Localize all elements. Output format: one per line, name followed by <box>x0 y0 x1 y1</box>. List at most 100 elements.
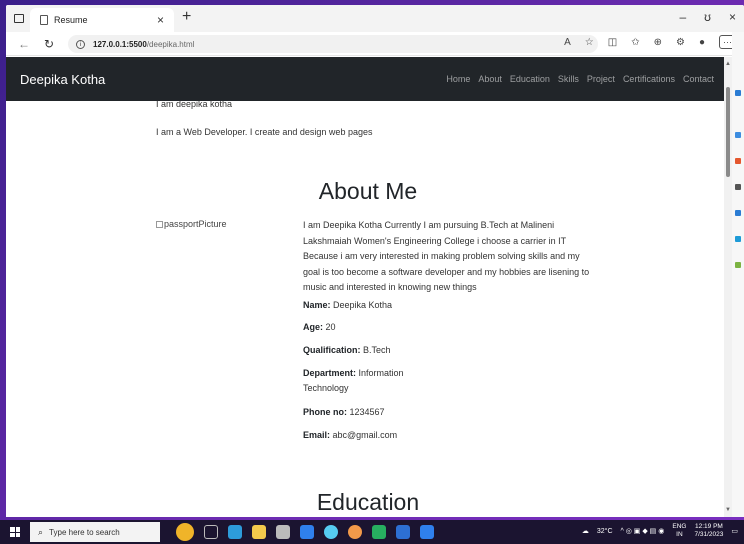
page-icon <box>40 15 48 25</box>
field-label: Email: <box>303 430 331 440</box>
tab-bar: Resume × + – ʊ × <box>6 5 744 32</box>
new-tab-button[interactable]: + <box>182 8 191 26</box>
info-icon[interactable]: i <box>76 39 85 49</box>
nav-skills[interactable]: Skills <box>558 74 579 84</box>
nav-home[interactable]: Home <box>446 74 470 84</box>
toolbar-icons: A ☆ ◫ ✩ ⊕ ⚙ ● ··· <box>564 35 736 49</box>
site-navbar: Deepika Kotha Home About Education Skill… <box>6 57 724 101</box>
nav-contact[interactable]: Contact <box>683 74 714 84</box>
passport-picture: passportPicture <box>156 219 227 229</box>
field-label: Qualification: <box>303 345 361 355</box>
sidebar-outlook-icon[interactable] <box>735 236 741 242</box>
field-label: Name: <box>303 300 331 310</box>
store-icon[interactable] <box>300 525 314 539</box>
weather-temp[interactable]: 32°C <box>597 528 613 535</box>
region-text: IN <box>676 531 683 538</box>
taskbar-search[interactable]: ⌕ Type here to search <box>30 522 160 542</box>
field-label: Department: <box>303 368 357 378</box>
favorite-star-icon[interactable]: ☆ <box>585 37 594 48</box>
broken-image-icon <box>156 220 163 228</box>
browser-app-icon[interactable] <box>324 525 338 539</box>
scroll-thumb[interactable] <box>726 87 730 177</box>
taskbar-search-placeholder: Type here to search <box>49 527 120 537</box>
taskbar-apps <box>176 523 434 541</box>
field-department: Department: Information Technology <box>303 366 421 396</box>
system-tray: ☁ 32°C ^ ◎ ▣ ◆ ▤ ◉ ENG IN 12:19 PM 7/31/20… <box>582 523 738 539</box>
refresh-icon[interactable]: ↻ <box>44 37 54 51</box>
edge-app-icon[interactable] <box>228 525 242 539</box>
tab-actions-icon[interactable] <box>14 14 24 23</box>
field-label: Age: <box>303 322 323 332</box>
sidebar-office-icon[interactable] <box>735 210 741 216</box>
url-host: 127.0.0.1:5500 <box>93 39 147 49</box>
minimize-icon[interactable]: – <box>679 10 686 24</box>
field-qualification: Qualification: B.Tech <box>303 343 391 358</box>
clock[interactable]: 12:19 PM 7/31/2023 <box>694 523 723 539</box>
scroll-up-icon[interactable]: ▲ <box>725 61 731 67</box>
weather-widget-icon[interactable] <box>176 523 194 541</box>
windows-taskbar: ⌕ Type here to search ☁ 32°C ^ ◎ ▣ ◆ ▤ ◉… <box>0 520 744 544</box>
page-content: I am deepika kotha I am a Web Developer.… <box>6 99 724 517</box>
site-brand[interactable]: Deepika Kotha <box>20 72 105 87</box>
file-explorer-icon[interactable] <box>252 525 266 539</box>
language-indicator[interactable]: ENG IN <box>672 523 686 539</box>
intro-tagline: I am a Web Developer. I create and desig… <box>156 127 373 137</box>
field-phone: Phone no: 1234567 <box>303 405 385 420</box>
weather-icon[interactable]: ☁ <box>582 527 589 535</box>
nav-links: Home About Education Skills Project Cert… <box>446 74 714 84</box>
sidebar-drop-icon[interactable] <box>735 262 741 268</box>
web-page: Deepika Kotha Home About Education Skill… <box>6 57 724 517</box>
nav-certifications[interactable]: Certifications <box>623 74 675 84</box>
intro-name: I am deepika kotha <box>156 99 233 109</box>
close-window-icon[interactable]: × <box>729 10 736 24</box>
window-controls: – ʊ × <box>679 10 736 24</box>
tab-title: Resume <box>54 15 88 25</box>
task-view-icon[interactable] <box>204 525 218 539</box>
field-email: Email: abc@gmail.com <box>303 428 397 443</box>
start-icon[interactable] <box>10 527 20 537</box>
sidebar-search-icon[interactable] <box>735 90 741 96</box>
sidebar-tools-icon[interactable] <box>735 158 741 164</box>
mail-icon[interactable] <box>396 525 410 539</box>
scroll-down-icon[interactable]: ▼ <box>725 507 731 513</box>
page-scrollbar[interactable]: ▲ ▼ <box>724 57 732 517</box>
url-path: /deepika.html <box>146 39 195 49</box>
favorites-icon[interactable]: ✩ <box>631 37 639 48</box>
vscode-icon[interactable] <box>420 525 434 539</box>
field-value: B.Tech <box>360 345 391 355</box>
field-value: 1234567 <box>347 407 385 417</box>
split-screen-icon[interactable]: ◫ <box>608 37 617 48</box>
read-aloud-icon[interactable]: A <box>564 37 571 48</box>
tray-icons[interactable]: ^ ◎ ▣ ◆ ▤ ◉ <box>621 527 665 535</box>
sidebar-games-icon[interactable] <box>735 184 741 190</box>
profile-icon[interactable]: ● <box>699 37 705 48</box>
nav-education[interactable]: Education <box>510 74 550 84</box>
field-value: abc@gmail.com <box>330 430 398 440</box>
date-text: 7/31/2023 <box>694 531 724 538</box>
field-value: 20 <box>323 322 336 332</box>
field-name: Name: Deepika Kotha <box>303 298 392 313</box>
extensions-icon[interactable]: ⚙ <box>676 37 685 48</box>
url-input[interactable]: i 127.0.0.1:5500/deepika.html <box>68 35 598 53</box>
collections-icon[interactable]: ⊕ <box>654 37 662 48</box>
edge-sidebar <box>732 32 744 517</box>
chrome-icon[interactable] <box>348 525 362 539</box>
nav-project[interactable]: Project <box>587 74 615 84</box>
calculator-icon[interactable] <box>276 525 290 539</box>
close-tab-icon[interactable]: × <box>157 13 164 27</box>
nav-about[interactable]: About <box>478 74 502 84</box>
app-icon-green[interactable] <box>372 525 386 539</box>
field-age: Age: 20 <box>303 320 336 335</box>
about-paragraph: I am Deepika Kotha Currently I am pursui… <box>303 220 590 293</box>
search-icon: ⌕ <box>38 526 44 537</box>
field-value: Deepika Kotha <box>330 300 393 310</box>
lang-text: ENG <box>672 523 687 530</box>
sidebar-shopping-icon[interactable] <box>735 132 741 138</box>
restore-icon[interactable]: ʊ <box>704 10 711 24</box>
field-label: Phone no: <box>303 407 347 417</box>
time-text: 12:19 PM <box>695 523 723 530</box>
notifications-icon[interactable]: ▭ <box>731 527 738 535</box>
back-icon[interactable]: ← <box>18 37 30 51</box>
browser-tab[interactable]: Resume × <box>30 8 174 32</box>
about-heading: About Me <box>318 178 418 204</box>
